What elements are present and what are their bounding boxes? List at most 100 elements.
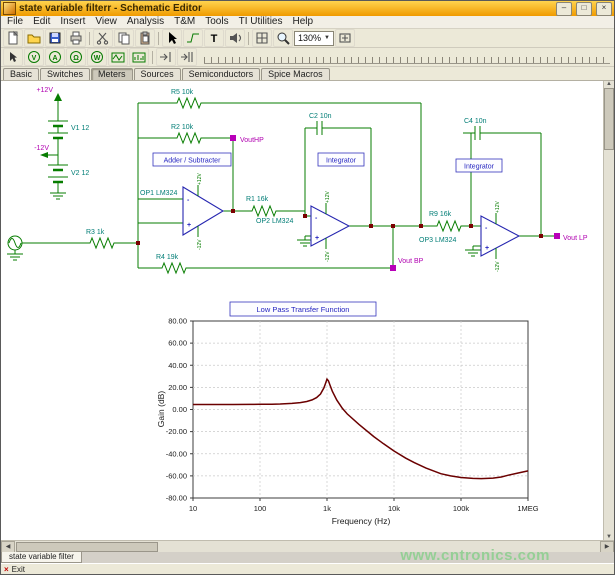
tab-switches[interactable]: Switches <box>40 68 90 80</box>
svg-text:T: T <box>211 33 218 45</box>
paste-button[interactable] <box>135 29 155 47</box>
toolbar-separator <box>158 32 159 45</box>
resistor-r2[interactable] <box>173 133 205 143</box>
zoom-button[interactable] <box>273 29 293 47</box>
fit-view-button[interactable] <box>335 29 355 47</box>
minimize-button[interactable]: – <box>556 2 572 16</box>
opamp-op1[interactable]: - + +12V -12V <box>183 173 223 250</box>
voutbp-terminal[interactable] <box>390 265 396 271</box>
capacitor-c4[interactable] <box>463 126 495 140</box>
schematic-canvas[interactable]: +12V -12V V1 12 V2 12 <box>1 81 603 540</box>
resistor-r9[interactable] <box>433 221 465 231</box>
x-tick-label: 1k <box>323 504 331 513</box>
integrator2-label: Integrator <box>464 164 495 171</box>
y-tick-label: -20.00 <box>166 427 187 436</box>
menu-edit[interactable]: Edit <box>28 16 55 28</box>
ohmmeter-button[interactable]: Ω <box>66 48 86 66</box>
exit-close-icon[interactable]: × <box>4 565 9 574</box>
tab-meters[interactable]: Meters <box>91 68 133 80</box>
tab-sources[interactable]: Sources <box>134 68 181 80</box>
save-button[interactable] <box>45 29 65 47</box>
maximize-button[interactable]: □ <box>576 2 592 16</box>
voltmeter-button[interactable]: V <box>24 48 44 66</box>
audio-button[interactable] <box>225 29 245 47</box>
text-tool-button[interactable]: T <box>204 29 224 47</box>
exit-label[interactable]: Exit <box>12 565 25 574</box>
tab-basic[interactable]: Basic <box>3 68 39 80</box>
resistor-r3[interactable] <box>86 238 118 248</box>
toolbar-separator <box>248 32 249 45</box>
zoom-select[interactable]: 130% ▼ <box>294 31 334 46</box>
bode-plot: Low Pass Transfer Function 80.0060.0040.… <box>156 302 539 526</box>
wattmeter-button[interactable]: W <box>87 48 107 66</box>
scroll-right-icon[interactable]: ▶ <box>600 541 614 553</box>
opamp-op3[interactable]: - + +12V -12V <box>481 201 519 272</box>
svg-text:W: W <box>94 55 101 62</box>
resistor-r1[interactable] <box>248 206 280 216</box>
svg-text:V: V <box>32 55 37 62</box>
select-tool-button[interactable] <box>3 48 23 66</box>
menu-t-m[interactable]: T&M <box>169 16 200 28</box>
scroll-left-icon[interactable]: ◀ <box>1 541 15 553</box>
op3-label: OP3 LM324 <box>419 237 456 244</box>
menu-analysis[interactable]: Analysis <box>122 16 169 28</box>
signal-source[interactable] <box>7 236 86 260</box>
op3-plus-sign: + <box>485 245 489 252</box>
pos-rail-label: +12V <box>36 87 53 94</box>
title-bar: state variable filterr - Schematic Edito… <box>1 1 614 16</box>
print-button[interactable] <box>66 29 86 47</box>
y-tick-label: -60.00 <box>166 471 187 480</box>
resistor-r5[interactable] <box>173 98 205 108</box>
menu-file[interactable]: File <box>2 16 28 28</box>
op3-vpos-label: +12V <box>495 201 501 213</box>
op1-plus-sign: + <box>187 222 191 229</box>
wire-tool-button[interactable] <box>183 29 203 47</box>
opamp-op2[interactable]: - + +12V -12V <box>311 191 349 262</box>
signal-analyzer-button[interactable] <box>129 48 149 66</box>
menu-view[interactable]: View <box>90 16 122 28</box>
op2-plus-sign: + <box>315 235 319 242</box>
op2-vneg-label: -12V <box>325 251 331 262</box>
voutlp-terminal[interactable] <box>554 233 560 239</box>
menu-insert[interactable]: Insert <box>55 16 90 28</box>
c2-label: C2 10n <box>309 113 332 120</box>
capacitor-c2[interactable] <box>305 121 337 135</box>
toolbar-separator <box>152 51 153 64</box>
op3-vneg-label: -12V <box>495 261 501 272</box>
vertical-scrollbar[interactable]: ▲ ▼ <box>603 81 614 540</box>
menu-help[interactable]: Help <box>288 16 319 28</box>
menu-tools[interactable]: Tools <box>200 16 233 28</box>
vertical-scroll-thumb[interactable] <box>604 88 614 150</box>
y-tick-label: 80.00 <box>168 317 187 326</box>
block-label-integrator2[interactable]: Integrator <box>456 159 502 172</box>
oscilloscope-button[interactable] <box>108 48 128 66</box>
resistor-r4[interactable] <box>158 263 190 273</box>
cut-button[interactable] <box>93 29 113 47</box>
r5-label: R5 10k <box>171 89 194 96</box>
open-button[interactable] <box>24 29 44 47</box>
ammeter-button[interactable]: A <box>45 48 65 66</box>
block-label-adder[interactable]: Adder / Subtracter <box>153 153 231 166</box>
next-marker-button[interactable] <box>177 48 197 66</box>
menu-ti-utilities[interactable]: TI Utilities <box>234 16 288 28</box>
close-button[interactable]: × <box>596 2 612 16</box>
prev-marker-button[interactable] <box>156 48 176 66</box>
r2-label: R2 10k <box>171 124 194 131</box>
canvas-row: +12V -12V V1 12 V2 12 <box>1 81 614 540</box>
scroll-up-icon[interactable]: ▲ <box>606 81 612 87</box>
x-axis-label: Frequency (Hz) <box>332 516 391 526</box>
document-tab[interactable]: state variable filter <box>1 552 82 563</box>
y-tick-label: 40.00 <box>168 361 187 370</box>
new-file-button[interactable] <box>3 29 23 47</box>
tab-semiconductors[interactable]: Semiconductors <box>182 68 261 80</box>
copy-button[interactable] <box>114 29 134 47</box>
chart-dynamic-layer: 80.0060.0040.0020.000.00-20.00-40.00-60.… <box>166 317 539 514</box>
horizontal-scroll-thumb[interactable] <box>16 542 158 552</box>
y-tick-label: -40.00 <box>166 449 187 458</box>
cursor-tool-button[interactable] <box>162 29 182 47</box>
grid-toggle-button[interactable] <box>252 29 272 47</box>
tab-spice-macros[interactable]: Spice Macros <box>261 68 330 80</box>
block-label-integrator1[interactable]: Integrator <box>318 153 364 166</box>
vouthp-terminal[interactable] <box>230 135 236 141</box>
v2-label: V2 12 <box>71 170 89 177</box>
